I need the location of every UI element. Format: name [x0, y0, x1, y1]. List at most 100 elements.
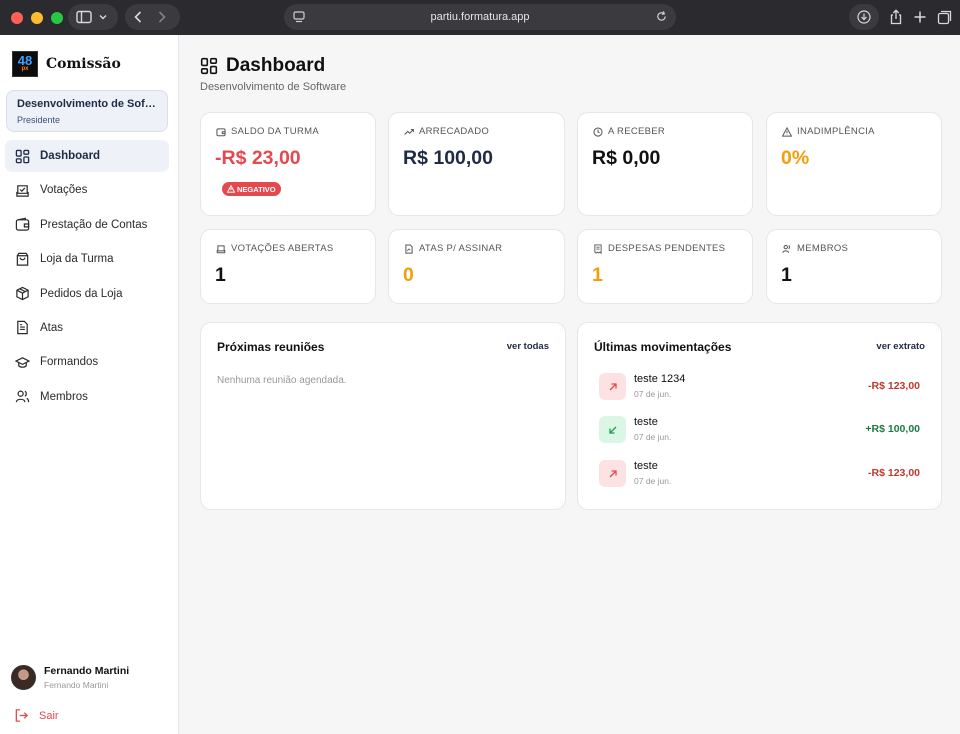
dashboard-icon	[15, 149, 30, 163]
class-selector[interactable]: Desenvolvimento de Software Presidente	[6, 90, 168, 132]
transaction-amount: -R$ 123,00	[868, 467, 920, 479]
sidebar-item-label: Formandos	[40, 356, 99, 369]
empty-state: Nenhuma reunião agendada.	[217, 375, 347, 386]
view-statement-link[interactable]: ver extrato	[876, 341, 925, 352]
share-icon[interactable]	[889, 9, 903, 25]
stat-value: 0	[403, 264, 414, 286]
sidebar-item-membros[interactable]: Membros	[5, 381, 169, 413]
logout-icon	[15, 709, 29, 722]
transaction-row[interactable]: teste 1234 07 de jun. -R$ 123,00	[598, 372, 920, 402]
sidebar: 48 px Comissão Desenvolvimento de Softwa…	[0, 35, 179, 734]
minimize-window-button[interactable]	[31, 11, 43, 24]
stat-label: VOTAÇÕES ABERTAS	[216, 243, 333, 254]
stat-label-text: ARRECADADO	[419, 126, 490, 137]
outflow-icon	[599, 460, 626, 487]
status-badge: NEGATIVO	[222, 182, 281, 196]
sidebar-item-votacoes[interactable]: Votações	[5, 174, 169, 206]
sidebar-item-label: Dashboard	[40, 150, 101, 162]
user-subtitle: Fernando Martini	[44, 680, 109, 690]
file-signature-icon	[405, 243, 413, 254]
stat-label: A RECEBER	[593, 126, 665, 137]
arrow-down-left-icon	[608, 426, 616, 434]
sidebar-nav: Dashboard Votações Prestação de Contas L…	[5, 140, 169, 415]
sidebar-item-prestacao-de-contas[interactable]: Prestação de Contas	[5, 209, 169, 241]
sidebar-item-formandos[interactable]: Formandos	[5, 346, 169, 378]
transaction-amount: +R$ 100,00	[865, 423, 920, 435]
arrow-up-right-icon	[609, 469, 617, 477]
graduation-cap-icon	[15, 356, 30, 368]
logout-button[interactable]: Sair	[14, 708, 59, 723]
transaction-date: 07 de jun.	[634, 389, 672, 399]
reload-icon[interactable]	[655, 10, 668, 23]
browser-actions	[849, 4, 952, 30]
stat-saldo-da-turma: SALDO DA TURMA -R$ 23,00 NEGATIVO	[200, 112, 376, 216]
stat-membros: MEMBROS 1	[766, 229, 942, 304]
dashboard-icon	[200, 57, 218, 75]
new-tab-icon[interactable]	[913, 10, 927, 24]
clock-icon	[593, 126, 603, 137]
transactions-title: Últimas movimentações	[594, 340, 732, 354]
meetings-panel: Próximas reuniões ver todas Nenhuma reun…	[200, 322, 566, 510]
logout-label: Sair	[39, 709, 59, 722]
vote-icon	[16, 185, 29, 197]
transaction-row[interactable]: teste 07 de jun. -R$ 123,00	[598, 459, 920, 489]
close-window-button[interactable]	[11, 11, 23, 24]
view-all-meetings-link[interactable]: ver todas	[507, 341, 549, 352]
window-controls	[11, 11, 63, 24]
back-icon[interactable]	[133, 10, 143, 24]
transaction-date: 07 de jun.	[634, 432, 672, 442]
alert-triangle-icon	[782, 126, 792, 137]
alert-triangle-icon	[227, 185, 235, 193]
transaction-amount: -R$ 123,00	[868, 380, 920, 392]
user-name: Fernando Martini	[44, 665, 130, 677]
page-subtitle: Desenvolvimento de Software	[200, 81, 347, 93]
page-settings-icon[interactable]	[292, 10, 306, 24]
maximize-window-button[interactable]	[51, 11, 63, 24]
inflow-icon	[599, 416, 626, 443]
page-header: Dashboard Desenvolvimento de Software	[200, 55, 346, 93]
sidebar-icon	[76, 10, 92, 24]
sidebar-item-loja-da-turma[interactable]: Loja da Turma	[5, 243, 169, 275]
sidebar-item-dashboard[interactable]: Dashboard	[5, 140, 169, 172]
stat-label-text: INADIMPLÊNCIA	[797, 126, 875, 137]
stat-label: DESPESAS PENDENTES	[593, 243, 725, 254]
stat-label-text: A RECEBER	[608, 126, 666, 137]
sidebar-item-label: Votações	[40, 184, 88, 197]
stat-arrecadado: ARRECADADO R$ 100,00	[388, 112, 565, 216]
download-icon	[857, 10, 871, 24]
sidebar-item-atas[interactable]: Atas	[5, 312, 169, 344]
wallet-icon	[15, 217, 30, 232]
sidebar-toggle-button[interactable]	[68, 4, 118, 30]
stat-label-text: SALDO DA TURMA	[231, 126, 319, 137]
downloads-button[interactable]	[849, 4, 879, 30]
users-icon	[15, 390, 30, 403]
transaction-name: teste	[634, 416, 658, 428]
transaction-date: 07 de jun.	[634, 476, 672, 486]
stat-value: R$ 0,00	[592, 147, 661, 169]
url-text: partiu.formatura.app	[430, 11, 530, 23]
shopping-bag-icon	[16, 252, 29, 266]
forward-icon[interactable]	[157, 10, 167, 24]
stat-votacoes-abertas: VOTAÇÕES ABERTAS 1	[200, 229, 376, 304]
sidebar-item-label: Pedidos da Loja	[40, 287, 123, 300]
receipt-icon	[594, 243, 602, 254]
chevron-down-icon	[99, 15, 107, 20]
user-profile[interactable]: Fernando Martini Fernando Martini	[11, 665, 129, 690]
brand-name: Comissão	[46, 56, 121, 72]
transaction-row[interactable]: teste 07 de jun. +R$ 100,00	[598, 415, 920, 445]
stat-label: INADIMPLÊNCIA	[782, 126, 875, 137]
stat-label: SALDO DA TURMA	[216, 126, 319, 137]
stat-label-text: VOTAÇÕES ABERTAS	[231, 243, 334, 254]
sidebar-item-label: Prestação de Contas	[40, 218, 148, 231]
sidebar-item-pedidos-da-loja[interactable]: Pedidos da Loja	[5, 278, 169, 310]
stat-a-receber: A RECEBER R$ 0,00	[577, 112, 753, 216]
transactions-panel: Últimas movimentações ver extrato teste …	[577, 322, 942, 510]
history-nav	[125, 4, 180, 30]
brand[interactable]: 48 px Comissão	[12, 51, 121, 77]
page-title-text: Dashboard	[226, 55, 326, 76]
sidebar-item-label: Loja da Turma	[40, 253, 114, 266]
stat-label: MEMBROS	[782, 243, 848, 254]
tabs-overview-icon[interactable]	[937, 10, 952, 25]
address-bar[interactable]: partiu.formatura.app	[284, 4, 676, 30]
page-title: Dashboard	[200, 55, 346, 77]
